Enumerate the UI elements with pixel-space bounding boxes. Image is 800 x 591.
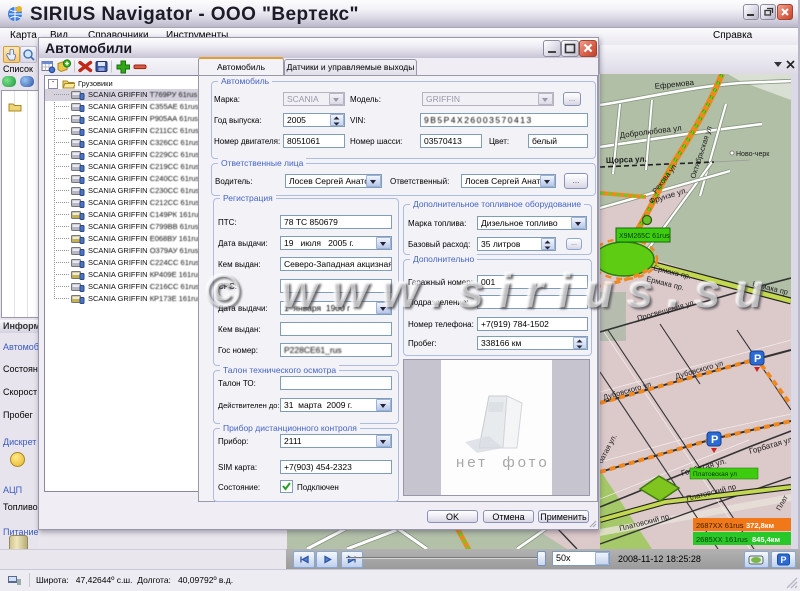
svg-text:P: P	[781, 555, 787, 565]
svg-text:Платовская ул: Платовская ул	[693, 471, 737, 478]
svg-text:P: P	[754, 353, 761, 365]
svg-text:845,4км: 845,4км	[752, 535, 781, 544]
svg-text:2685ХХ 161rus: 2685ХХ 161rus	[696, 535, 748, 544]
svg-text:P: P	[711, 434, 718, 446]
svg-text:Щорса ул.: Щорса ул.	[606, 155, 647, 165]
svg-text:Ново-черк: Ново-черк	[736, 151, 770, 158]
svg-text:Х9М265С 61rus: Х9М265С 61rus	[619, 233, 670, 240]
svg-text:2687ХХ 61rus: 2687ХХ 61rus	[696, 521, 744, 530]
svg-text:372,8км: 372,8км	[746, 521, 775, 530]
